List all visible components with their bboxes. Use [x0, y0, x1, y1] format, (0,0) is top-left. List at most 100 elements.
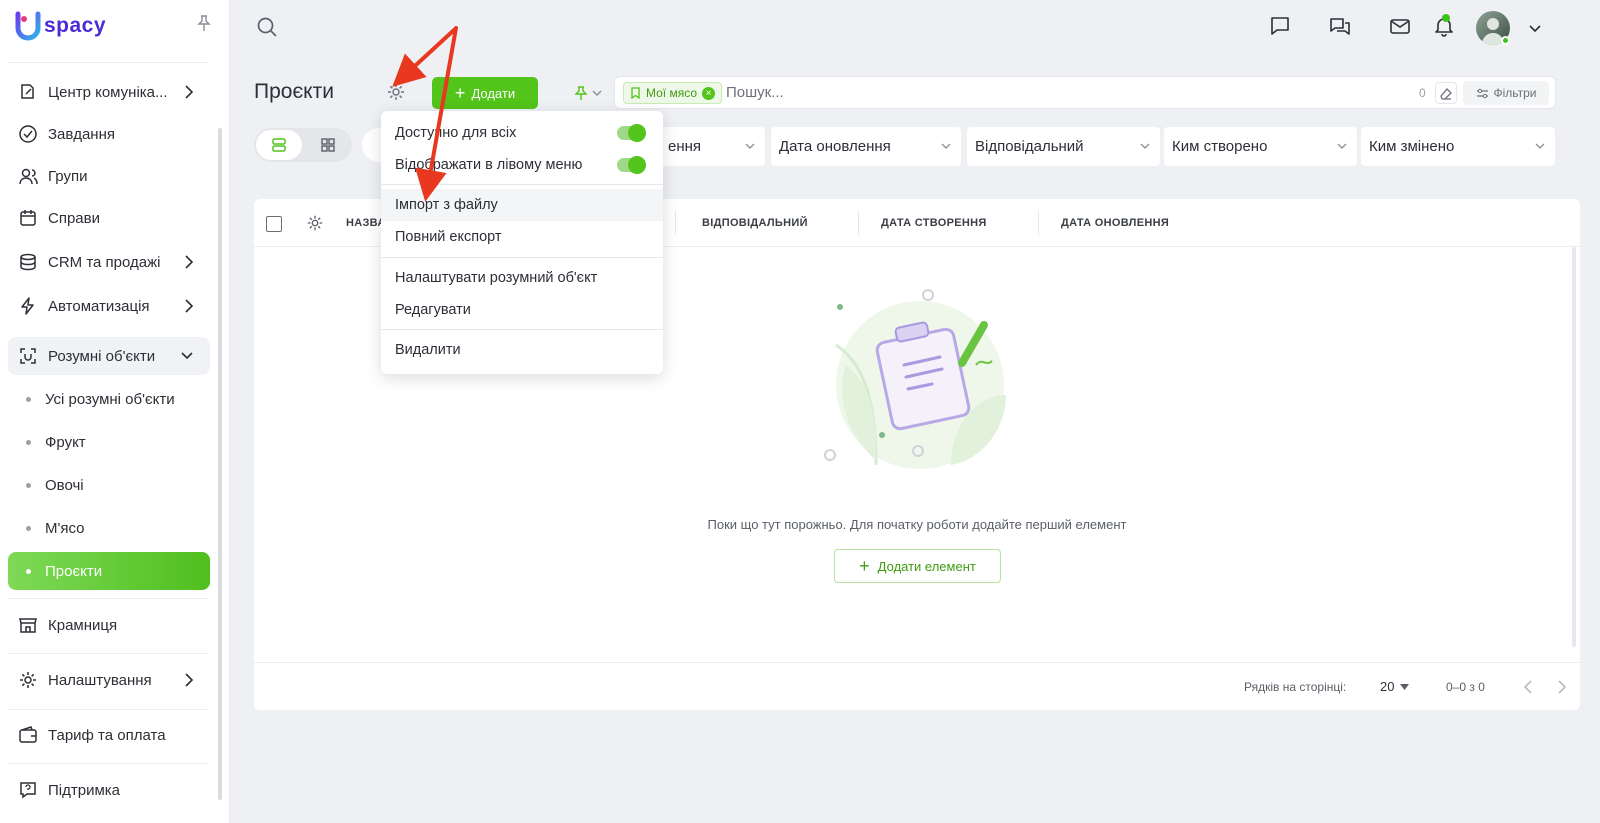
menu-item-delete[interactable]: Видалити — [381, 334, 663, 366]
filter-select-updated-date[interactable]: Дата оновлення — [771, 127, 961, 166]
chevron-left-icon[interactable] — [1522, 679, 1534, 695]
search-icon[interactable] — [256, 16, 278, 38]
sidebar-item-groups[interactable]: Групи — [8, 157, 210, 195]
filter-select-modified-by[interactable]: Ким змінено — [1361, 127, 1555, 166]
sidebar-item-billing[interactable]: Тариф та оплата — [8, 716, 210, 754]
column-separator — [675, 211, 676, 235]
bullet — [26, 525, 31, 531]
eraser-icon[interactable] — [1435, 82, 1457, 104]
filter-chip[interactable]: Мої мясо × — [623, 82, 723, 104]
chat-icon[interactable] — [1268, 14, 1292, 38]
sidebar-item-label: Завдання — [48, 125, 115, 143]
filter-select-created-date[interactable]: ення — [660, 127, 765, 166]
column-separator — [1038, 211, 1039, 235]
sidebar-item-tasks[interactable]: Завдання — [8, 115, 210, 153]
grid-view-button[interactable] — [306, 130, 350, 160]
sidebar-item-label: Центр комуніка... — [48, 83, 168, 101]
menu-divider — [381, 329, 663, 330]
select-all-checkbox[interactable] — [266, 216, 282, 232]
menu-item-configure-smart-object[interactable]: Налаштувати розумний об'єкт — [381, 262, 663, 294]
filters-button[interactable]: Фільтри — [1463, 81, 1549, 105]
menu-divider — [381, 257, 663, 258]
pin-sidebar-icon[interactable] — [196, 14, 212, 32]
sidebar-item-support[interactable]: Підтримка — [8, 771, 210, 809]
chevron-down-icon — [592, 90, 602, 96]
chevron-down-icon — [181, 352, 193, 360]
filter-select-responsible[interactable]: Відповідальний — [967, 127, 1160, 166]
column-header-updated-date[interactable]: ДАТА ОНОВЛЕННЯ — [1061, 217, 1169, 229]
calendar-icon — [18, 208, 38, 228]
column-separator — [858, 211, 859, 235]
sidebar-item-label: Групи — [48, 167, 88, 185]
toggle-show-in-left-menu[interactable] — [617, 156, 646, 174]
sidebar-item-crm[interactable]: CRM та продажі — [8, 243, 210, 281]
column-header-created-date[interactable]: ДАТА СТВОРЕННЯ — [881, 217, 987, 229]
menu-item-full-export[interactable]: Повний експорт — [381, 221, 663, 253]
sidebar-divider — [8, 763, 208, 764]
pin-icon — [574, 86, 588, 100]
mail-icon[interactable] — [1388, 14, 1412, 38]
menu-item-available-for-all[interactable]: Доступно для всіх — [381, 117, 663, 149]
table-scrollbar[interactable] — [1572, 247, 1576, 647]
menu-item-edit[interactable]: Редагувати — [381, 294, 663, 326]
sidebar-subitem-vegetables[interactable]: Овочі — [8, 466, 210, 504]
topbar — [230, 0, 1600, 54]
sidebar-subitem-meat[interactable]: М'ясо — [8, 509, 210, 547]
add-element-button[interactable]: + Додати елемент — [834, 549, 1001, 583]
chevron-down-icon[interactable] — [1528, 21, 1542, 33]
online-status-dot — [1501, 36, 1510, 45]
sidebar-scrollbar[interactable] — [218, 128, 222, 800]
add-element-label: Додати елемент — [877, 558, 976, 574]
menu-item-label: Відображати в лівому меню — [395, 157, 583, 173]
rows-per-page-select[interactable]: 20 — [1380, 679, 1410, 694]
search-bar[interactable]: Мої мясо × Пошук... 0 Фільтри — [614, 76, 1556, 109]
sidebar-subitem-fruit[interactable]: Фрукт — [8, 423, 210, 461]
pinned-filters-dropdown[interactable] — [574, 84, 610, 102]
sidebar-item-store[interactable]: Крамниця — [8, 606, 210, 644]
sidebar-item-communications[interactable]: Центр комуніка... — [8, 73, 210, 111]
sidebar-subitem-projects[interactable]: Проєкти — [8, 552, 210, 590]
chevron-right-icon — [185, 299, 194, 313]
view-toggle — [254, 128, 352, 162]
grid-view-icon — [321, 138, 335, 152]
database-icon — [18, 252, 38, 272]
add-button[interactable]: + Додати — [432, 77, 538, 109]
sidebar-item-label: Автоматизація — [48, 297, 150, 315]
wallet-icon — [18, 725, 38, 745]
chevron-down-icon — [1535, 143, 1545, 149]
column-header-name[interactable]: НАЗВА — [346, 217, 386, 229]
sidebar-item-smart-objects[interactable]: Розумні об'єкти — [8, 337, 210, 375]
filters-button-label: Фільтри — [1493, 86, 1537, 100]
toggle-available-for-all[interactable] — [617, 124, 646, 142]
search-input[interactable]: Пошук... — [726, 84, 784, 101]
sidebar-divider — [8, 598, 208, 599]
sidebar-item-automation[interactable]: Автоматизація — [8, 287, 210, 325]
chevron-right-icon[interactable] — [1556, 679, 1568, 695]
filter-select-created-by[interactable]: Ким створено — [1164, 127, 1357, 166]
store-icon — [18, 615, 38, 635]
close-icon[interactable]: × — [702, 86, 716, 100]
gear-icon[interactable] — [386, 82, 406, 102]
logo[interactable]: spacy — [14, 10, 106, 42]
menu-item-label: Імпорт з файлу — [395, 197, 498, 213]
column-settings-icon[interactable] — [306, 214, 324, 232]
messages-icon[interactable] — [1328, 14, 1352, 38]
column-header-responsible[interactable]: ВІДПОВІДАЛЬНИЙ — [702, 217, 808, 229]
table-footer: Рядків на сторінці: 20 0–0 з 0 — [254, 662, 1580, 710]
sidebar-item-label: Тариф та оплата — [48, 726, 166, 744]
sidebar-item-settings[interactable]: Налаштування — [8, 661, 210, 699]
plus-icon: + — [859, 556, 870, 576]
bookmark-icon — [631, 87, 640, 99]
menu-item-label: Редагувати — [395, 302, 471, 318]
users-icon — [18, 166, 38, 186]
chevron-down-icon — [745, 143, 755, 149]
menu-item-show-in-left-menu[interactable]: Відображати в лівому меню — [381, 149, 663, 181]
list-view-button[interactable] — [256, 130, 302, 160]
sidebar-item-affairs[interactable]: Справи — [8, 199, 210, 237]
sidebar-subitem-all-smart-objects[interactable]: Усі розумні об'єкти — [8, 380, 210, 418]
sliders-icon — [1476, 88, 1488, 98]
menu-item-import-from-file[interactable]: Імпорт з файлу — [381, 189, 663, 221]
menu-item-label: Доступно для всіх — [395, 125, 517, 141]
sidebar-divider — [8, 709, 208, 710]
sidebar-subitem-label: М'ясо — [45, 519, 85, 537]
